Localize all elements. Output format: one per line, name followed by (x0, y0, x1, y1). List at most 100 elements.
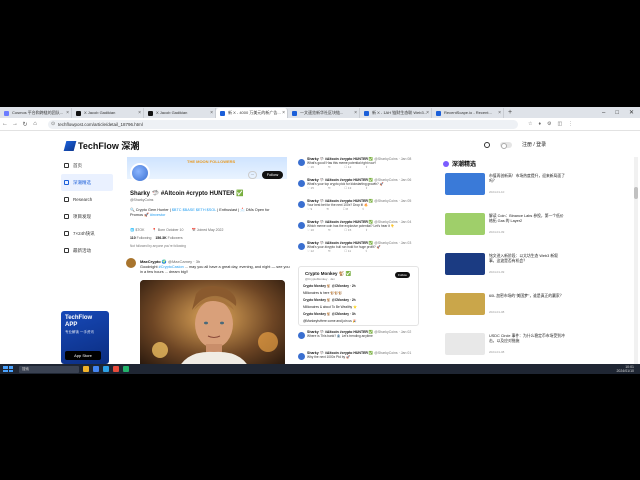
tweet-action-icon[interactable]: ♡ 16 (307, 165, 314, 169)
article-title[interactable]: 解读 Coin：Binance Labs 参投，第一个低价格拓 Gas 的 La… (489, 214, 565, 224)
article-thumbnail[interactable] (445, 213, 485, 235)
avatar[interactable] (130, 163, 150, 183)
follow-button[interactable]: Follow (395, 272, 410, 278)
sidebar-item[interactable]: 7×24h快讯 (61, 225, 113, 242)
featured-article[interactable]: 铭文进入新阶段：以太坊生态 Web3 新叙事，这波是否有机会？ 2024-01-0… (443, 253, 567, 277)
taskbar-search[interactable]: 搜索 (19, 365, 79, 373)
article-thumbnail[interactable] (445, 293, 485, 315)
article-thumbnail[interactable] (445, 173, 485, 195)
avatar[interactable] (298, 332, 305, 339)
sidepanel-icon[interactable]: ◫ (558, 121, 563, 127)
extension-icon[interactable]: ♦ (538, 121, 541, 127)
app-icon[interactable] (113, 366, 119, 372)
tweet-action-icon[interactable]: ☐ 15 (344, 228, 351, 232)
tweet-action-icon[interactable]: ☐ 8 (343, 207, 348, 211)
folder-icon[interactable] (83, 366, 89, 372)
browser-tab[interactable]: X Jacob Gadikian × (144, 108, 216, 118)
tweet-action-icon[interactable]: ♡ 12 (307, 249, 314, 253)
page-scrollbar[interactable] (634, 157, 638, 374)
menu-icon[interactable]: ⋮ (568, 121, 573, 127)
avatar[interactable] (298, 243, 305, 250)
close-window-button[interactable]: ✕ (629, 108, 634, 118)
tweet-action-icon[interactable]: ♡ 10 (307, 228, 314, 232)
app-icon[interactable] (103, 366, 109, 372)
sidebar-item[interactable]: 项目发现 (61, 208, 113, 225)
home-icon[interactable]: ⌂ (30, 121, 40, 127)
site-logo[interactable]: TechFlow 深潮 (63, 139, 139, 152)
article-title[interactable]: USDC Circle 事件：为什么稳定币市场受到冲击，以及应对措施 (489, 334, 565, 344)
bio-link[interactable]: #investor (150, 213, 165, 217)
avatar[interactable] (298, 159, 305, 166)
tweet-action-icon[interactable]: ⇪ (365, 249, 368, 253)
close-icon[interactable]: × (354, 108, 357, 118)
followers-count[interactable]: 156.3K (155, 236, 166, 240)
start-icon[interactable] (3, 366, 13, 372)
system-tray[interactable]: 10:01 2024/01/10 (616, 365, 634, 373)
browser-tab[interactable]: X Jacob Gadikian × (72, 108, 144, 118)
tweet-author[interactable]: MaxCrypto 🌍 (140, 259, 167, 264)
avatar[interactable] (298, 180, 305, 187)
featured-article[interactable]: 60L 加密市场的"美国梦"，谁是真正的赢家？ 2024-01-08 (443, 293, 567, 317)
tweet-action-icon[interactable]: ⇪ (362, 207, 365, 211)
search-icon[interactable] (484, 141, 490, 148)
browser-tab[interactable]: 新 X - 4000 万美元的新广告... × (216, 108, 288, 118)
tweet-photo[interactable] (140, 280, 285, 374)
settings-icon[interactable]: ⚙ (547, 121, 551, 127)
tweet-action-icon[interactable]: ♡ 15 (307, 186, 314, 190)
app-store-button[interactable]: App Store (65, 351, 101, 360)
following-count[interactable]: 110 (130, 236, 136, 240)
tweet-action-icon[interactable]: ☐ 11 (344, 249, 351, 253)
browser-tab[interactable]: RecentScape.io - Recent... × (432, 108, 504, 118)
embedded-tweet[interactable]: Sharky 🦈 #Altcoin #crypto HUNTER ✅ @Shar… (296, 199, 421, 220)
close-icon[interactable]: × (282, 108, 285, 118)
maximize-button[interactable]: □ (615, 108, 619, 118)
tweet-action-icon[interactable]: ♡ 9 (307, 207, 312, 211)
new-tab-button[interactable]: + (504, 108, 512, 118)
embedded-tweet[interactable]: Sharky 🦈 #Altcoin #crypto HUNTER ✅ @Shar… (296, 330, 421, 351)
article-title[interactable]: 市值再创新高！市场热度提升，迎来新局面了吗？ (489, 174, 565, 184)
avatar[interactable] (298, 353, 305, 360)
article-title[interactable]: 铭文进入新阶段：以太坊生态 Web3 新叙事，这波是否有机会？ (489, 254, 565, 264)
sidebar-item[interactable]: 首页 (61, 157, 113, 174)
featured-article[interactable]: 解读 Coin：Binance Labs 参投，第一个低价格拓 Gas 的 La… (443, 213, 567, 237)
embedded-tweet[interactable]: Sharky 🦈 #Altcoin #crypto HUNTER ✅ @Shar… (296, 178, 421, 199)
tweet-action-icon[interactable]: ⟲ (328, 249, 331, 253)
tweet-action-icon[interactable]: ⟲ (328, 165, 331, 169)
tweet-action-icon[interactable]: ⟲ (328, 228, 331, 232)
close-icon[interactable]: × (210, 108, 213, 118)
minimize-button[interactable]: – (602, 108, 605, 118)
url-field[interactable]: ⊙ techflowpost.com/article/detail_18796.… (48, 119, 518, 129)
sidebar-item[interactable]: 深潮精选 (61, 174, 113, 191)
reload-icon[interactable]: ↻ (20, 121, 30, 128)
theme-toggle[interactable] (500, 141, 512, 149)
chrome-icon[interactable] (93, 366, 99, 372)
app-promo-card[interactable]: TechFlow APP 专业解读 一手资讯 App Store (61, 311, 109, 364)
app-icon[interactable] (123, 366, 129, 372)
browser-tab[interactable]: Cosmos 平台和跨链的团队... × (0, 108, 72, 118)
article-thumbnail[interactable] (445, 253, 485, 275)
close-icon[interactable]: × (498, 108, 501, 118)
tweet-action-icon[interactable]: ⇪ (365, 186, 368, 190)
browser-tab[interactable]: 新 X - 1AH 链财生态联 Web3... × (360, 108, 432, 118)
featured-article[interactable]: USDC Circle 事件：为什么稳定币市场受到冲击，以及应对措施 2024-0… (443, 333, 567, 357)
tweet-action-icon[interactable]: ⟲ (328, 186, 331, 190)
login-link[interactable]: 注册 / 登录 (522, 141, 546, 148)
embedded-tweet[interactable]: Sharky 🦈 #Altcoin #crypto HUNTER ✅ @Shar… (296, 241, 421, 262)
more-options-button[interactable]: ··· (248, 171, 257, 179)
tweet-action-icon[interactable]: ⇪ (365, 165, 368, 169)
avatar[interactable] (298, 201, 305, 208)
close-icon[interactable]: × (138, 108, 141, 118)
bookmark-icon[interactable]: ☆ (528, 121, 532, 127)
tweet-avatar[interactable] (126, 258, 136, 268)
sidebar-item[interactable]: 最新活动 (61, 242, 113, 259)
tweet-action-icon[interactable]: ⟲ (326, 207, 329, 211)
close-icon[interactable]: × (426, 108, 429, 118)
back-icon[interactable]: ← (0, 121, 10, 127)
article-thumbnail[interactable] (445, 333, 485, 355)
scrollbar-thumb[interactable] (634, 187, 638, 199)
tweet-hashtag[interactable]: #CryptoCasion (159, 265, 184, 269)
embedded-tweet[interactable]: Sharky 🦈 #Altcoin #crypto HUNTER ✅ @Shar… (296, 157, 421, 178)
article-title[interactable]: 60L 加密市场的"美国梦"，谁是真正的赢家？ (489, 294, 565, 299)
avatar[interactable] (298, 222, 305, 229)
community-card[interactable]: Crypto Monkey 🐒 ✅ @CryptoMonkey · Jan Foll… (298, 266, 419, 326)
